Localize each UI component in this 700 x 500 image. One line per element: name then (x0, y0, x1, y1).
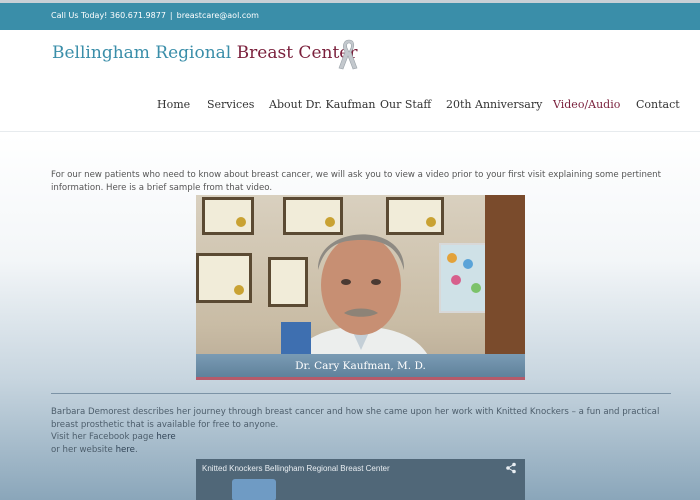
share-icon[interactable] (505, 462, 517, 474)
website-suffix: . (134, 444, 138, 455)
nav-20th-anniversary[interactable]: 20th Anniversary (446, 98, 542, 111)
nav-services[interactable]: Services (207, 98, 254, 111)
main-nav: Home Services About Dr. Kaufman Our Staf… (0, 98, 700, 114)
top-contact-bar: Call Us Today! 360.671.9877 | breastcare@a… (0, 0, 700, 30)
facebook-line: Visit her Facebook page here (51, 431, 671, 444)
video2-title[interactable]: Knitted Knockers Bellingham Regional Bre… (202, 464, 390, 473)
website-line: or her website here. (51, 444, 671, 457)
section-divider (51, 393, 671, 394)
video-player-kaufman[interactable]: Dr. Cary Kaufman, M. D. (196, 195, 525, 380)
website-link[interactable]: here (116, 445, 135, 455)
story-text-block: Barbara Demorest describes her journey t… (51, 406, 671, 456)
separator: | (169, 11, 173, 20)
nav-home[interactable]: Home (157, 98, 190, 111)
site-logo[interactable]: Bellingham Regional Breast Center (52, 43, 357, 63)
diploma-frame (196, 253, 252, 303)
contact-info: Call Us Today! 360.671.9877 | breastcare@a… (51, 11, 259, 20)
pink-ribbon-icon (338, 39, 358, 70)
email-link[interactable]: breastcare@aol.com (177, 11, 259, 20)
intro-text: For our new patients who need to know ab… (51, 170, 661, 193)
nav-video-audio[interactable]: Video/Audio (553, 98, 620, 111)
nav-contact[interactable]: Contact (636, 98, 680, 111)
cabinet (485, 195, 525, 380)
site-header: Bellingham Regional Breast Center Home S… (0, 30, 700, 132)
video-caption-bar: Dr. Cary Kaufman, M. D. (196, 354, 525, 380)
facebook-link[interactable]: here (156, 432, 175, 442)
facebook-prefix: Visit her Facebook page (51, 432, 154, 442)
video2-thumbnail (232, 479, 276, 500)
logo-part1: Bellingham Regional (52, 43, 232, 63)
story-description: Barbara Demorest describes her journey t… (51, 407, 660, 430)
nav-about-dr-kaufman[interactable]: About Dr. Kaufman (269, 98, 375, 111)
diploma-frame (202, 197, 254, 235)
nav-our-staff[interactable]: Our Staff (380, 98, 431, 111)
website-prefix: or her website (51, 444, 113, 455)
phone-text[interactable]: Call Us Today! 360.671.9877 (51, 11, 166, 20)
video-player-knitted-knockers[interactable]: Knitted Knockers Bellingham Regional Bre… (196, 459, 525, 500)
video-caption: Dr. Cary Kaufman, M. D. (295, 360, 426, 372)
